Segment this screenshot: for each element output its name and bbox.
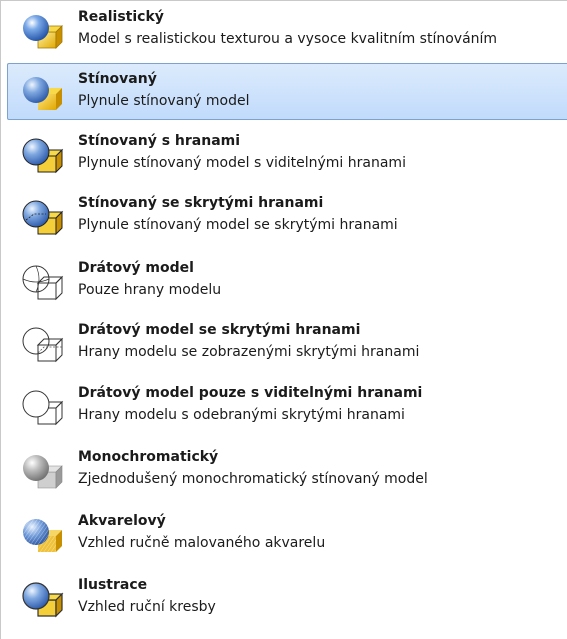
visual-style-wireframe-visible-only-icon (16, 390, 76, 426)
menu-item-description: Vzhled ručně malovaného akvarelu (78, 535, 326, 551)
visual-style-watercolor-icon (16, 518, 76, 554)
menu-item-title: Akvarelový (78, 513, 166, 529)
menu-item-title: Realistický (78, 9, 164, 25)
menu-item-shaded[interactable]: Stínovaný Plynule stínovaný model (7, 63, 567, 120)
menu-item-title: Drátový model (78, 260, 194, 276)
visual-style-shaded-hidden-edges-icon (16, 200, 76, 236)
menu-item-wireframe-visible-only[interactable]: Drátový model pouze s viditelnými hranam… (7, 377, 567, 434)
menu-item-title: Drátový model se skrytými hranami (78, 322, 361, 338)
menu-item-description: Hrany modelu s odebranými skrytými hrana… (78, 407, 405, 423)
visual-style-realistic-icon (16, 14, 76, 50)
visual-style-shaded-icon (16, 76, 76, 112)
menu-item-monochrome[interactable]: Monochromatický Zjednodušený monochromat… (7, 441, 567, 498)
menu-item-shaded-hidden-edges[interactable]: Stínovaný se skrytými hranami Plynule st… (7, 187, 567, 244)
visual-style-monochrome-icon (16, 454, 76, 490)
menu-item-description: Plynule stínovaný model s viditelnými hr… (78, 155, 406, 171)
menu-item-title: Drátový model pouze s viditelnými hranam… (78, 385, 423, 401)
menu-item-description: Plynule stínovaný model (78, 93, 250, 109)
menu-item-description: Pouze hrany modelu (78, 282, 222, 298)
visual-style-shaded-edges-icon (16, 138, 76, 174)
menu-item-title: Ilustrace (78, 577, 148, 593)
menu-item-realistic[interactable]: Realistický Model s realistickou texturo… (7, 1, 567, 58)
visual-style-wireframe-hidden-edges-icon (16, 327, 76, 363)
menu-item-description: Zjednodušený monochromatický stínovaný m… (78, 471, 428, 487)
menu-item-shaded-edges[interactable]: Stínovaný s hranami Plynule stínovaný mo… (7, 125, 567, 182)
visual-style-illustration-icon (16, 582, 76, 618)
menu-item-title: Stínovaný se skrytými hranami (78, 195, 324, 211)
menu-item-title: Stínovaný s hranami (78, 133, 241, 149)
menu-item-description: Plynule stínovaný model se skrytými hran… (78, 217, 398, 233)
menu-item-watercolor[interactable]: Akvarelový Vzhled ručně malovaného akvar… (7, 505, 567, 562)
menu-item-description: Hrany modelu se zobrazenými skrytými hra… (78, 344, 420, 360)
menu-item-description: Vzhled ruční kresby (78, 599, 216, 615)
menu-item-illustration[interactable]: Ilustrace Vzhled ruční kresby (7, 569, 567, 626)
menu-item-wireframe-hidden-edges[interactable]: Drátový model se skrytými hranami Hrany … (7, 314, 567, 371)
visual-style-wireframe-icon (16, 265, 76, 301)
menu-item-description: Model s realistickou texturou a vysoce k… (78, 31, 498, 47)
menu-item-wireframe[interactable]: Drátový model Pouze hrany modelu (7, 252, 567, 309)
menu-item-title: Stínovaný (78, 71, 157, 87)
visual-style-menu: Realistický Model s realistickou texturo… (0, 0, 567, 639)
menu-item-title: Monochromatický (78, 449, 219, 465)
